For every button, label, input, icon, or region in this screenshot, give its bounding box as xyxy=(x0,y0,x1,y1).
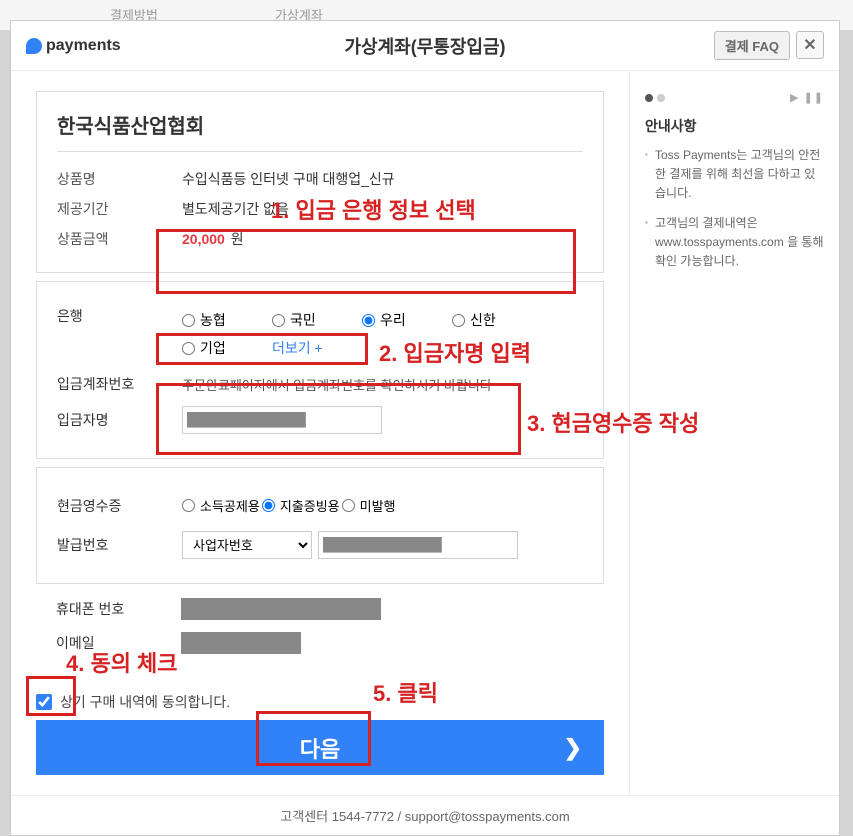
footer: 고객센터 1544-7772 / support@tosspayments.co… xyxy=(11,795,839,835)
modal-title: 가상계좌(무통장입금) xyxy=(344,33,505,59)
agree-text: 상기 구매 내역에 동의합니다. xyxy=(60,692,230,712)
payment-modal: payments 가상계좌(무통장입금) 결제 FAQ ✕ 한국식품산업협회 상… xyxy=(10,20,840,836)
next-label: 다음 xyxy=(300,737,340,762)
period-label: 제공기간 xyxy=(57,199,182,219)
sidebar-item-1: Toss Payments는 고객님의 안전한 결제를 위해 최선을 다하고 있… xyxy=(645,146,824,204)
dot-1 xyxy=(645,94,653,102)
receipt-card: 현금영수증 소득공제용 지출증빙용 미발행 발급번호 사업자번호 xyxy=(36,467,604,584)
receipt-option-none[interactable]: 미발행 xyxy=(342,492,396,519)
phone-label: 휴대폰 번호 xyxy=(56,599,181,619)
amount-value: 20,000 xyxy=(182,231,225,247)
depositor-label: 입금자명 xyxy=(57,410,182,430)
carousel-dots xyxy=(645,94,665,102)
receipt-label: 현금영수증 xyxy=(57,496,182,516)
bank-radio-group: 농협 국민 우리 신한 기업 더보기 + xyxy=(182,306,562,362)
sidebar-link[interactable]: www.tosspayments.com xyxy=(655,235,784,249)
depositor-input[interactable] xyxy=(182,406,382,434)
bank-card: 은행 농협 국민 우리 신한 기업 더보기 + 입금계좌번호 주문완료페이지에서… xyxy=(36,281,604,459)
bank-option-nh[interactable]: 농협 xyxy=(182,306,272,334)
bank-more-link[interactable]: 더보기 + xyxy=(272,334,362,362)
issue-label: 발급번호 xyxy=(57,535,182,555)
bank-option-ibk[interactable]: 기업 xyxy=(182,334,272,362)
chevron-right-icon: ❯ xyxy=(564,735,582,761)
amount-label: 상품금액 xyxy=(57,229,182,249)
account-label: 입금계좌번호 xyxy=(57,374,182,394)
phone-value xyxy=(181,598,381,620)
bank-label: 은행 xyxy=(57,306,182,326)
period-value: 별도제공기간 없음 xyxy=(182,199,583,219)
main-column: 한국식품산업협회 상품명 수입식품등 인터넷 구매 대행업_신규 제공기간 별도… xyxy=(11,71,629,795)
receipt-option-expense[interactable]: 지출증빙용 xyxy=(262,492,340,519)
dot-2 xyxy=(657,94,665,102)
issue-type-select[interactable]: 사업자번호 xyxy=(182,531,312,559)
email-value xyxy=(181,632,301,654)
logo: payments xyxy=(26,37,121,55)
modal-header: payments 가상계좌(무통장입금) 결제 FAQ ✕ xyxy=(11,21,839,71)
issue-number-input[interactable] xyxy=(318,531,518,559)
sidebar-item-2: 고객님의 결제내역은 www.tosspayments.com 을 통해 확인 … xyxy=(645,214,824,272)
sidebar-title: 안내사항 xyxy=(645,116,824,136)
sidebar: ▶ ❚❚ 안내사항 Toss Payments는 고객님의 안전한 결제를 위해… xyxy=(629,71,839,795)
bank-option-woori[interactable]: 우리 xyxy=(362,306,452,334)
receipt-radio-group: 소득공제용 지출증빙용 미발행 xyxy=(182,492,398,519)
merchant-card: 한국식품산업협회 상품명 수입식품등 인터넷 구매 대행업_신규 제공기간 별도… xyxy=(36,91,604,273)
next-button[interactable]: 다음 ❯ xyxy=(36,720,604,775)
faq-button[interactable]: 결제 FAQ xyxy=(714,31,790,60)
logo-text: payments xyxy=(46,37,121,55)
close-button[interactable]: ✕ xyxy=(796,31,824,59)
bank-option-kb[interactable]: 국민 xyxy=(272,306,362,334)
agree-row: 상기 구매 내역에 동의합니다. xyxy=(36,684,604,720)
amount-unit: 원 xyxy=(231,231,244,247)
bank-option-shinhan[interactable]: 신한 xyxy=(452,306,542,334)
email-label: 이메일 xyxy=(56,633,181,653)
receipt-option-income[interactable]: 소득공제용 xyxy=(182,492,260,519)
product-value: 수입식품등 인터넷 구매 대행업_신규 xyxy=(182,169,583,189)
merchant-name: 한국식품산업협회 xyxy=(57,110,583,152)
logo-icon xyxy=(26,38,42,54)
play-pause-icon[interactable]: ▶ ❚❚ xyxy=(790,91,824,104)
agree-checkbox[interactable] xyxy=(36,694,52,710)
account-notice: 주문완료페이지에서 입금계좌번호를 확인하시기 바랍니다 xyxy=(182,375,492,394)
product-label: 상품명 xyxy=(57,169,182,189)
